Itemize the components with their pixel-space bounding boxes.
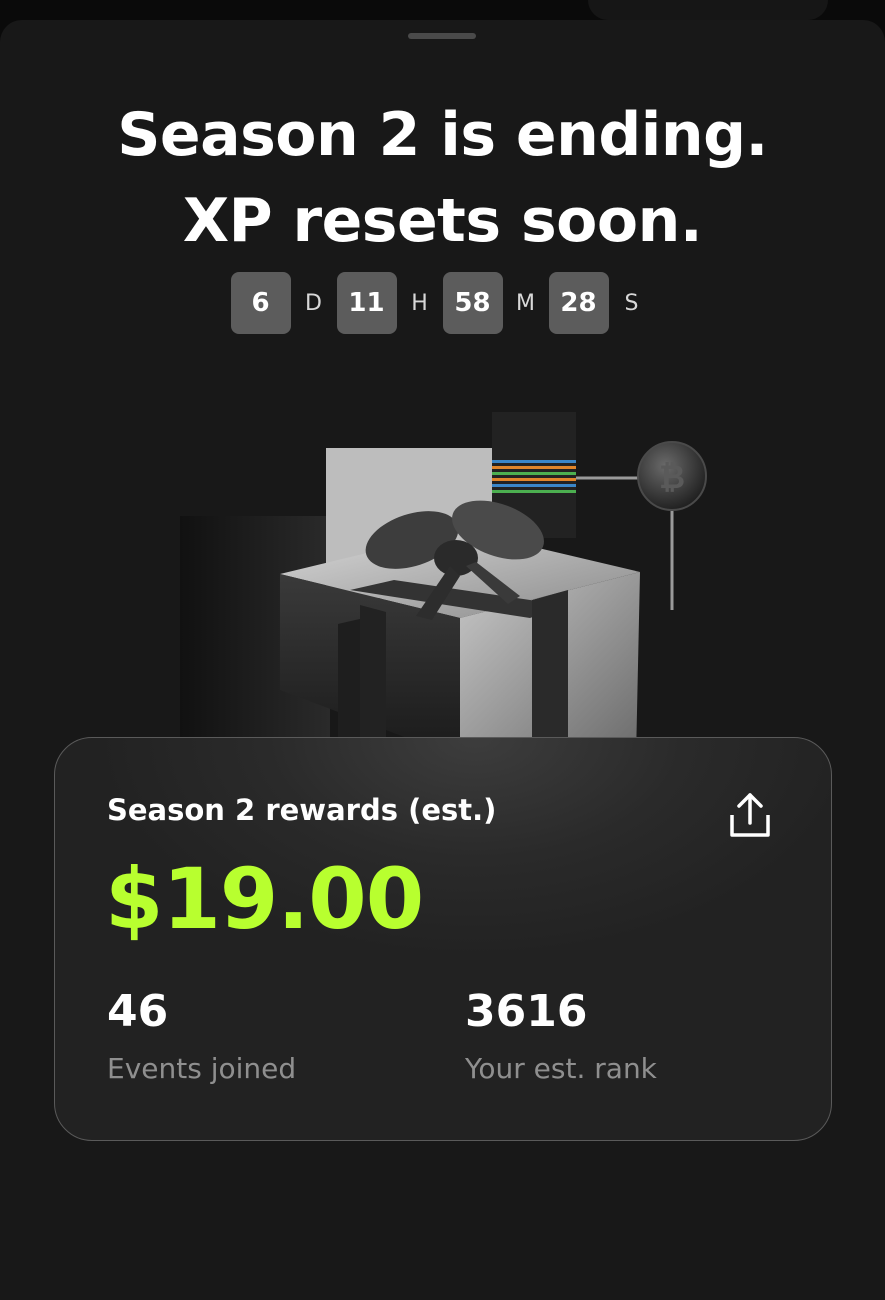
countdown-minutes-value: 58 bbox=[442, 272, 503, 334]
countdown-hours-unit: H bbox=[411, 290, 428, 316]
est-rank-value: 3616 bbox=[465, 986, 588, 1037]
headline-line-1: Season 2 is ending. bbox=[117, 100, 768, 170]
rewards-card: Season 2 rewards (est.) $19.00 46 Events… bbox=[54, 737, 832, 1141]
countdown-hours-value: 11 bbox=[336, 272, 397, 334]
drag-handle[interactable] bbox=[408, 33, 476, 39]
events-joined-label: Events joined bbox=[107, 1052, 297, 1085]
countdown-seconds-value: 28 bbox=[548, 272, 609, 334]
countdown-minutes-unit: M bbox=[516, 290, 535, 316]
bitcoin-icon: ₿ bbox=[637, 441, 707, 511]
est-rank-label: Your est. rank bbox=[465, 1052, 657, 1085]
gift-box-illustration: ₿ bbox=[180, 412, 707, 758]
countdown-days-unit: D bbox=[305, 290, 322, 316]
countdown-days-value: 6 bbox=[230, 272, 291, 334]
headline-line-2: XP resets soon. bbox=[182, 186, 703, 256]
page-title: Season 2 is ending. XP resets soon. bbox=[0, 92, 885, 264]
countdown-timer: 6 D 11 H 58 M 28 S bbox=[0, 272, 885, 334]
countdown-seconds-unit: S bbox=[624, 290, 639, 316]
events-joined-value: 46 bbox=[107, 986, 169, 1037]
share-icon[interactable] bbox=[727, 791, 773, 839]
rewards-title: Season 2 rewards (est.) bbox=[107, 793, 497, 827]
svg-text:₿: ₿ bbox=[659, 458, 685, 496]
rewards-amount: $19.00 bbox=[105, 850, 424, 948]
background-pill bbox=[588, 0, 828, 20]
